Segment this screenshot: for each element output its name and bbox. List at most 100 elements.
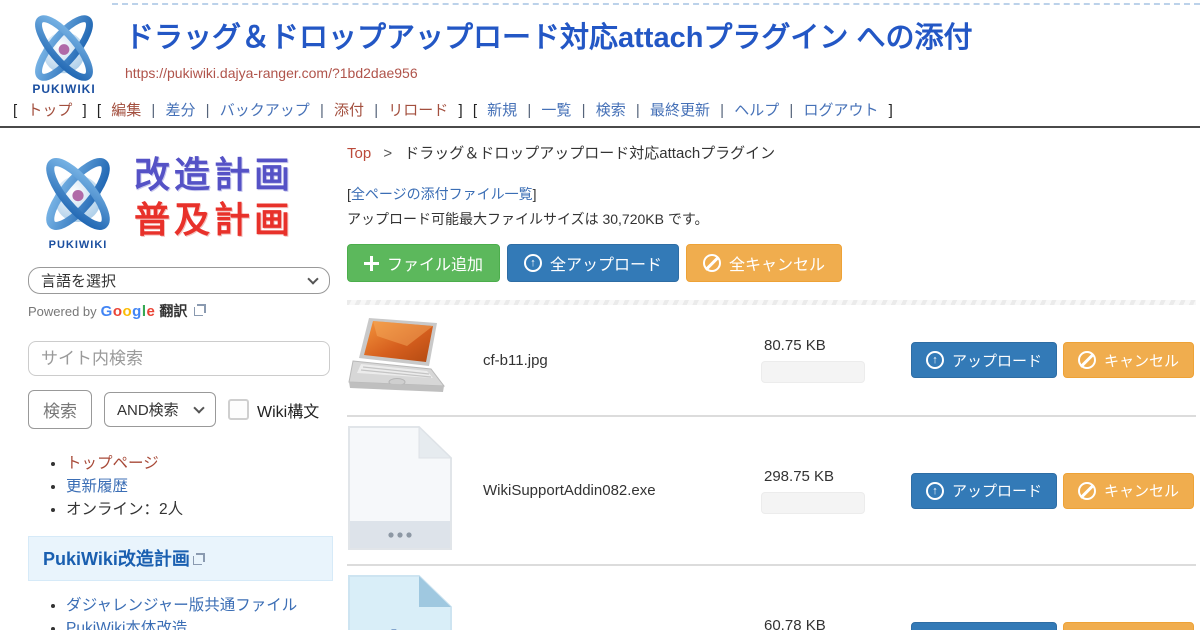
file-thumbnail <box>347 316 479 405</box>
code-glyph: </> <box>361 622 422 630</box>
sidebar-link-toppage[interactable]: トップページ <box>66 455 159 472</box>
upload-button[interactable]: ↑ アップロード <box>911 622 1057 630</box>
language-select-value: 言語を選択 <box>41 270 116 291</box>
sidebar-link-common-files[interactable]: ダジャレンジャー版共通ファイル <box>66 597 297 614</box>
upload-circle-icon: ↑ <box>926 482 944 500</box>
external-link-icon <box>194 307 203 316</box>
breadcrumb: Top > ドラッグ＆ドロップアップロード対応attachプラグイン <box>347 140 1196 163</box>
max-upload-size-text: アップロード可能最大ファイルサイズは 30,720KB です。 <box>347 209 1196 229</box>
ban-icon <box>1078 351 1096 369</box>
upload-all-button[interactable]: ↑ 全アップロード <box>507 244 679 282</box>
nav-attach[interactable]: 添付 <box>334 102 364 119</box>
upload-label: アップロード <box>952 480 1042 501</box>
list-item: PukiWiki本体改造 <box>66 618 333 630</box>
site-search-input[interactable] <box>28 341 330 376</box>
separator: | <box>789 102 793 119</box>
chevron-down-icon <box>193 402 204 413</box>
bracket: ] <box>889 102 893 119</box>
ban-icon <box>1078 482 1096 500</box>
file-row: cf-b11.jpg 80.75 KB ↑ アップロード キャンセル <box>347 305 1196 415</box>
upload-progress-bar <box>761 361 865 383</box>
ban-icon <box>703 254 721 272</box>
bracket: [ <box>97 102 101 119</box>
page-url-link[interactable]: https://pukiwiki.dajya-ranger.com/?1bd2d… <box>125 65 972 81</box>
cancel-button[interactable]: キャンセル <box>1063 342 1194 378</box>
bracket: ] <box>458 102 462 119</box>
wiki-syntax-checkbox[interactable] <box>228 399 249 420</box>
translate-link[interactable]: 翻訳 <box>159 301 187 321</box>
sidebar-link-history[interactable]: 更新履歴 <box>66 478 128 495</box>
cancel-button[interactable]: キャンセル <box>1063 473 1194 509</box>
separator: | <box>582 102 586 119</box>
cancel-button[interactable]: キャンセル <box>1063 622 1194 630</box>
powered-by-text: Powered by <box>28 304 97 319</box>
nav-recent[interactable]: 最終更新 <box>650 102 710 119</box>
bracket: ] <box>533 186 537 202</box>
upload-toolbar: ファイル追加 ↑ 全アップロード 全キャンセル <box>347 244 1196 282</box>
nav-top[interactable]: トップ <box>27 102 72 119</box>
sidebar-link-core-mod[interactable]: PukiWiki本体改造 <box>66 620 187 630</box>
upload-button[interactable]: ↑ アップロード <box>911 342 1057 378</box>
separator: | <box>720 102 724 119</box>
nav-reload[interactable]: リロード <box>388 102 448 119</box>
nav-logout[interactable]: ログアウト <box>803 102 878 119</box>
separator: | <box>527 102 531 119</box>
upload-button[interactable]: ↑ アップロード <box>911 473 1057 509</box>
nav-list[interactable]: 一覧 <box>541 102 571 119</box>
online-count: オンライン：2人 <box>66 501 183 518</box>
attach-list-line: [全ページの添付ファイル一覧] <box>347 184 1196 204</box>
bracket: ] <box>83 102 87 119</box>
cancel-label: キャンセル <box>1104 480 1179 501</box>
powered-by-google: Powered by Google 翻訳 <box>28 301 333 321</box>
file-size: 80.75 KB <box>761 337 826 354</box>
cancel-label: キャンセル <box>1104 350 1179 371</box>
search-mode-value: AND検索 <box>117 399 179 420</box>
file-size: 298.75 KB <box>761 468 834 485</box>
breadcrumb-home[interactable]: Top <box>347 145 371 162</box>
nav-diff[interactable]: 差分 <box>165 102 195 119</box>
search-button[interactable]: 検索 <box>28 390 92 429</box>
file-thumbnail: </> <box>347 574 479 630</box>
cancel-all-button[interactable]: 全キャンセル <box>686 244 842 282</box>
atom-logo-icon <box>18 5 110 91</box>
wiki-syntax-label: Wiki構文 <box>257 398 319 422</box>
separator: | <box>151 102 155 119</box>
upload-progress-bar <box>761 492 865 514</box>
cancel-all-label: 全キャンセル <box>729 251 825 275</box>
file-name: WikiSupportAddin082.exe <box>479 482 761 499</box>
breadcrumb-current: ドラッグ＆ドロップアップロード対応attachプラグイン <box>404 145 775 162</box>
separator: | <box>636 102 640 119</box>
nav-edit[interactable]: 編集 <box>111 102 141 119</box>
nav-new[interactable]: 新規 <box>487 102 517 119</box>
sidebar-banner[interactable]: PUKIWIKI 改造計画 普及計画 <box>28 142 333 251</box>
main-content: Top > ドラッグ＆ドロップアップロード対応attachプラグイン [全ページ… <box>345 128 1200 630</box>
search-mode-select[interactable]: AND検索 <box>104 392 216 427</box>
all-attachments-link[interactable]: 全ページの添付ファイル一覧 <box>351 186 533 202</box>
nav-help[interactable]: ヘルプ <box>734 102 779 119</box>
separator: | <box>374 102 378 119</box>
page-header: PUKIWIKI ドラッグ＆ドロップアップロード対応attachプラグイン への… <box>0 0 1200 97</box>
google-logo: Google <box>101 303 156 320</box>
page-title: ドラッグ＆ドロップアップロード対応attachプラグイン への添付 <box>125 22 972 55</box>
sidebar-section-links: ダジャレンジャー版共通ファイル PukiWiki本体改造 PukiWikiテキス… <box>66 595 333 630</box>
language-select[interactable]: 言語を選択 <box>28 267 330 294</box>
pukiwiki-logo[interactable]: PUKIWIKI <box>18 5 110 96</box>
banner-text-kaizou: 改造計画 <box>134 152 294 197</box>
list-item: トップページ <box>66 453 333 475</box>
add-file-button[interactable]: ファイル追加 <box>347 244 500 282</box>
external-link-icon <box>193 556 202 565</box>
list-item: 更新履歴 <box>66 476 333 498</box>
file-row: </> contents.html 60.78 KB ↑ アップロード キャンセ… <box>347 564 1196 630</box>
nav-search[interactable]: 検索 <box>596 102 626 119</box>
sidebar-top-links: トップページ 更新履歴 オンライン：2人 <box>66 453 333 521</box>
file-row: WikiSupportAddin082.exe 298.75 KB ↑ アップロ… <box>347 415 1196 564</box>
banner-text-fukyuu: 普及計画 <box>134 197 294 242</box>
upload-label: アップロード <box>952 350 1042 371</box>
section-title-link[interactable]: PukiWiki改造計画 <box>43 549 190 569</box>
nav-backup[interactable]: バックアップ <box>220 102 310 119</box>
file-thumbnail <box>347 425 479 556</box>
sidebar: PUKIWIKI 改造計画 普及計画 言語を選択 Powered by Goog… <box>0 128 345 630</box>
bracket: [ <box>473 102 477 119</box>
breadcrumb-separator: > <box>383 145 392 162</box>
file-size: 60.78 KB <box>761 617 826 630</box>
